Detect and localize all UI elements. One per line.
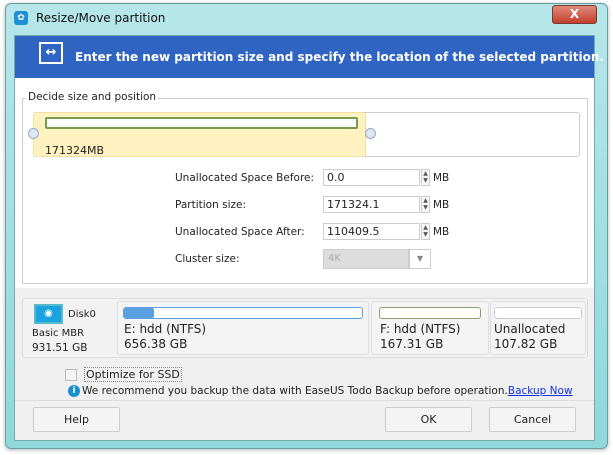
partition-unallocated[interactable]: Unallocated 107.82 GB — [490, 301, 586, 355]
info-icon: i — [68, 385, 80, 397]
partition-e[interactable]: E: hdd (NTFS) 656.38 GB — [117, 301, 369, 355]
ok-button[interactable]: OK — [385, 407, 472, 432]
partition-e-name: E: hdd (NTFS) — [124, 322, 207, 336]
unallocated-bar — [494, 307, 582, 319]
size-spinner[interactable]: ▲ ▼ — [421, 196, 430, 213]
disk-icon: ◉ — [34, 304, 63, 324]
partition-usage-bar — [45, 117, 358, 129]
cluster-select[interactable]: 4K — [323, 249, 409, 269]
partition-f-size: 167.31 GB — [380, 337, 444, 351]
optimize-ssd-label[interactable]: Optimize for SSD — [84, 367, 182, 382]
partition-e-used — [124, 308, 154, 318]
unallocated-name: Unallocated — [494, 322, 566, 336]
window-title: Resize/Move partition — [36, 11, 166, 25]
size-label: Partition size: — [175, 199, 246, 211]
banner-text: Enter the new partition size and specify… — [75, 50, 604, 64]
size-unit: MB — [433, 199, 450, 211]
info-message: We recommend you backup the data with Ea… — [82, 385, 573, 397]
disk-size: 931.51 GB — [32, 342, 88, 354]
after-input[interactable]: 110409.5 — [323, 223, 420, 240]
chevron-down-icon[interactable]: ▼ — [409, 249, 431, 269]
backup-now-link[interactable]: Backup Now — [508, 385, 573, 397]
before-unit: MB — [433, 172, 450, 184]
help-button[interactable]: Help — [33, 407, 120, 432]
after-unit: MB — [433, 226, 450, 238]
before-input[interactable]: 0.0 — [323, 169, 420, 186]
partition-e-size: 656.38 GB — [124, 337, 188, 351]
group-label: Decide size and position — [26, 91, 159, 103]
before-label: Unallocated Space Before: — [175, 172, 315, 184]
disk-name: Disk0 — [68, 309, 96, 320]
partition-f-name: F: hdd (NTFS) — [380, 322, 461, 336]
info-text: We recommend you backup the data with Ea… — [82, 385, 508, 397]
resize-arrows-icon: ↔ — [39, 42, 63, 64]
unallocated-size: 107.82 GB — [494, 337, 558, 351]
optimize-ssd-checkbox[interactable] — [65, 369, 77, 381]
divider — [15, 400, 594, 401]
after-label: Unallocated Space After: — [175, 226, 305, 238]
partition-size-text: 171324MB — [45, 144, 105, 157]
cluster-label: Cluster size: — [175, 253, 240, 265]
partition-e-bar — [123, 307, 363, 319]
disk-type: Basic MBR — [32, 328, 85, 339]
close-button[interactable]: X — [552, 5, 597, 24]
left-resize-handle[interactable] — [28, 128, 39, 139]
partition-f-bar — [379, 307, 481, 319]
partition-f[interactable]: F: hdd (NTFS) 167.31 GB — [371, 301, 489, 355]
right-resize-handle[interactable] — [365, 128, 376, 139]
before-spinner[interactable]: ▲ ▼ — [421, 169, 430, 186]
cancel-button[interactable]: Cancel — [489, 407, 576, 432]
after-spinner[interactable]: ▲ ▼ — [421, 223, 430, 240]
app-icon: ✿ — [14, 11, 28, 25]
size-input[interactable]: 171324.1 — [323, 196, 420, 213]
